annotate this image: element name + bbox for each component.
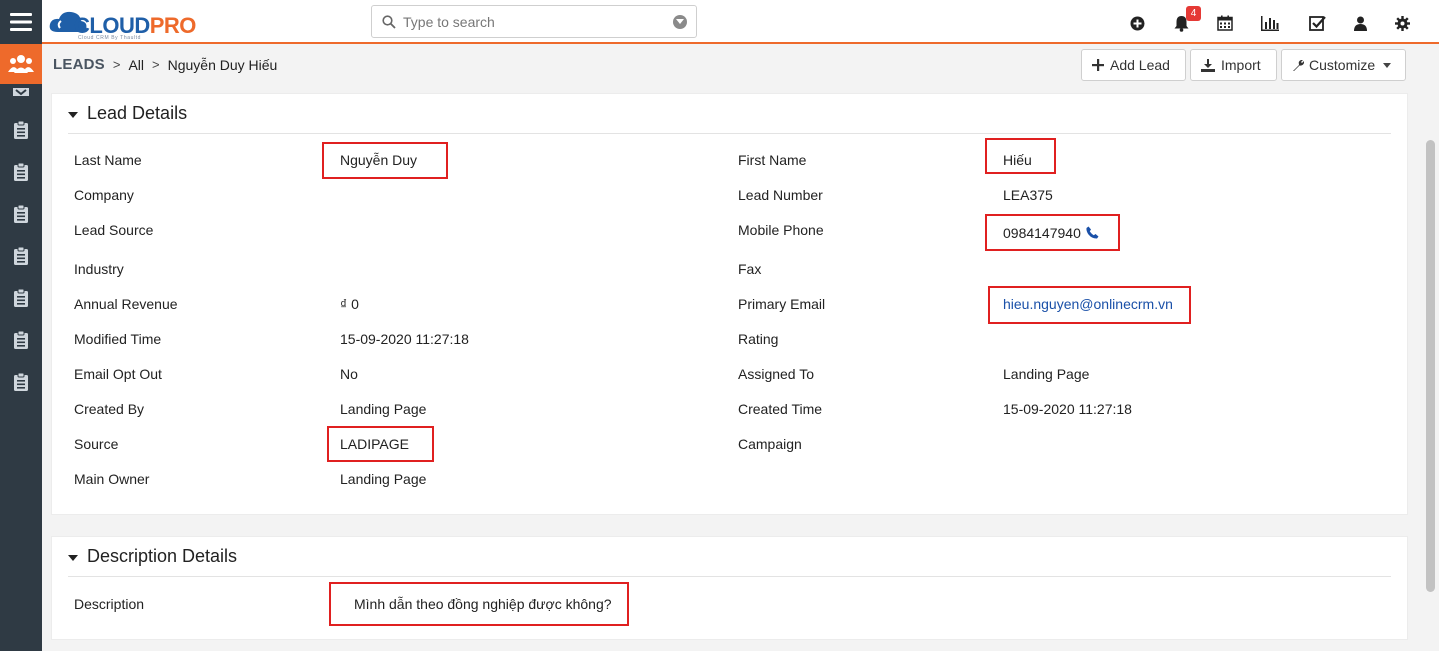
global-search <box>371 5 697 38</box>
source-label: Source <box>74 436 119 452</box>
customize-label: Customize <box>1309 57 1376 73</box>
leads-module-icon[interactable] <box>0 44 42 84</box>
created-by-label: Created By <box>74 401 145 417</box>
collapse-toggle-icon[interactable] <box>68 554 78 561</box>
description-details-panel: Description Details Description Mình dẫn… <box>51 536 1408 640</box>
description-label: Description <box>74 596 145 612</box>
add-lead-button[interactable]: Add Lead <box>1081 49 1186 81</box>
import-label: Import <box>1221 57 1261 73</box>
field-row: Main Owner Landing Page <box>52 471 1407 493</box>
field-row: Last Name Nguyễn Duy First Name Hiếu <box>52 152 1407 174</box>
field-row: Created By Landing Page Created Time 15-… <box>52 401 1407 423</box>
assigned-to-label: Assigned To <box>738 366 815 382</box>
field-row: Industry Fax <box>52 261 1407 283</box>
import-download-icon <box>1201 58 1215 72</box>
report-chart-icon[interactable] <box>1259 12 1281 34</box>
add-lead-label: Add Lead <box>1110 57 1170 73</box>
modified-time-value: 15-09-2020 11:27:18 <box>340 331 469 347</box>
chevron-down-icon <box>1383 62 1392 68</box>
email-opt-out-label: Email Opt Out <box>74 366 162 382</box>
hamburger-menu-icon[interactable] <box>0 0 42 44</box>
search-input[interactable] <box>403 12 663 32</box>
customize-dropdown-button[interactable]: Customize <box>1281 49 1406 81</box>
vertical-scrollbar[interactable] <box>1426 140 1435 592</box>
inbox-icon[interactable] <box>0 84 42 98</box>
created-time-value: 15-09-2020 11:27:18 <box>1003 401 1132 417</box>
logo-text-pro: PRO <box>149 13 197 38</box>
document-icon[interactable] <box>0 110 42 150</box>
logo-tagline: Cloud CRM By Thaultd <box>78 35 142 41</box>
document-icon[interactable] <box>0 194 42 234</box>
add-circle-icon[interactable] <box>1126 12 1148 34</box>
lead-number-value: LEA375 <box>1003 187 1053 203</box>
tasks-check-icon[interactable] <box>1306 12 1328 34</box>
breadcrumb-record: Nguyễn Duy Hiếu <box>167 56 278 73</box>
primary-email-label: Primary Email <box>738 296 826 312</box>
breadcrumb-separator-icon: > <box>152 57 160 72</box>
field-row: Description Mình dẫn theo đồng nghiệp đư… <box>52 596 1407 618</box>
document-icon[interactable] <box>0 236 42 276</box>
annual-revenue-label: Annual Revenue <box>74 296 178 312</box>
fax-label: Fax <box>738 261 762 277</box>
lead-details-header[interactable]: Lead Details <box>68 94 1391 134</box>
plus-icon <box>1092 59 1104 71</box>
document-icon[interactable] <box>0 362 42 402</box>
user-icon[interactable] <box>1349 12 1371 34</box>
description-details-title: Description Details <box>87 546 238 566</box>
highlight-box <box>322 142 448 179</box>
email-opt-out-value[interactable]: No <box>340 366 358 382</box>
campaign-label: Campaign <box>738 436 802 452</box>
highlight-box <box>988 286 1191 324</box>
notification-count-badge: 4 <box>1186 6 1201 21</box>
breadcrumb-separator-icon: > <box>112 57 121 72</box>
lead-number-label: Lead Number <box>738 187 823 203</box>
breadcrumb-list[interactable]: All <box>128 57 144 73</box>
field-row: Company Lead Number LEA375 <box>52 187 1407 209</box>
collapse-toggle-icon[interactable] <box>68 111 78 118</box>
highlight-box <box>985 138 1056 174</box>
document-icon[interactable] <box>0 278 42 318</box>
last-name-label: Last Name <box>74 152 142 168</box>
field-row: Annual Revenue ₫ 0 Primary Email hieu.ng… <box>52 296 1407 318</box>
top-header: CLOUDPRO Cloud CRM By Thaultd 4 <box>42 0 1439 44</box>
created-time-label: Created Time <box>738 401 823 417</box>
description-details-header[interactable]: Description Details <box>68 537 1391 577</box>
lead-details-title: Lead Details <box>87 103 188 123</box>
lead-source-label: Lead Source <box>74 222 154 238</box>
field-row: Email Opt Out No Assigned To Landing Pag… <box>52 366 1407 388</box>
main-owner-value[interactable]: Landing Page <box>340 471 426 487</box>
gear-icon[interactable] <box>1391 12 1413 34</box>
search-icon <box>382 15 396 29</box>
breadcrumb-module[interactable]: LEADS <box>53 56 105 73</box>
field-row: Source LADIPAGE Campaign <box>52 436 1407 458</box>
highlight-box <box>327 426 434 462</box>
rating-label: Rating <box>738 331 779 347</box>
first-name-label: First Name <box>738 152 807 168</box>
assigned-to-value[interactable]: Landing Page <box>1003 366 1089 382</box>
highlight-box <box>985 214 1120 251</box>
search-options-dropdown-icon[interactable] <box>673 15 687 29</box>
highlight-box <box>329 582 629 626</box>
annual-revenue-value[interactable]: ₫ 0 <box>340 296 359 312</box>
company-label: Company <box>74 187 134 203</box>
import-button[interactable]: Import <box>1190 49 1277 81</box>
document-icon[interactable] <box>0 320 42 360</box>
main-owner-label: Main Owner <box>74 471 150 487</box>
left-nav-rail <box>0 0 42 651</box>
modified-time-label: Modified Time <box>74 331 162 347</box>
created-by-value: Landing Page <box>340 401 427 417</box>
document-icon[interactable] <box>0 152 42 192</box>
field-row: Lead Source Mobile Phone 0984147940 <box>52 222 1407 244</box>
calendar-icon[interactable] <box>1214 12 1236 34</box>
field-row: Modified Time 15-09-2020 11:27:18 Rating <box>52 331 1407 353</box>
lead-details-panel: Lead Details Last Name Nguyễn Duy First … <box>51 93 1408 515</box>
cloudpro-logo[interactable]: CLOUDPRO Cloud CRM By Thaultd <box>48 4 208 41</box>
breadcrumb: LEADS > All > Nguyễn Duy Hiếu <box>53 56 277 73</box>
wrench-icon <box>1292 59 1305 72</box>
mobile-phone-label: Mobile Phone <box>738 222 824 238</box>
industry-label: Industry <box>74 261 124 277</box>
